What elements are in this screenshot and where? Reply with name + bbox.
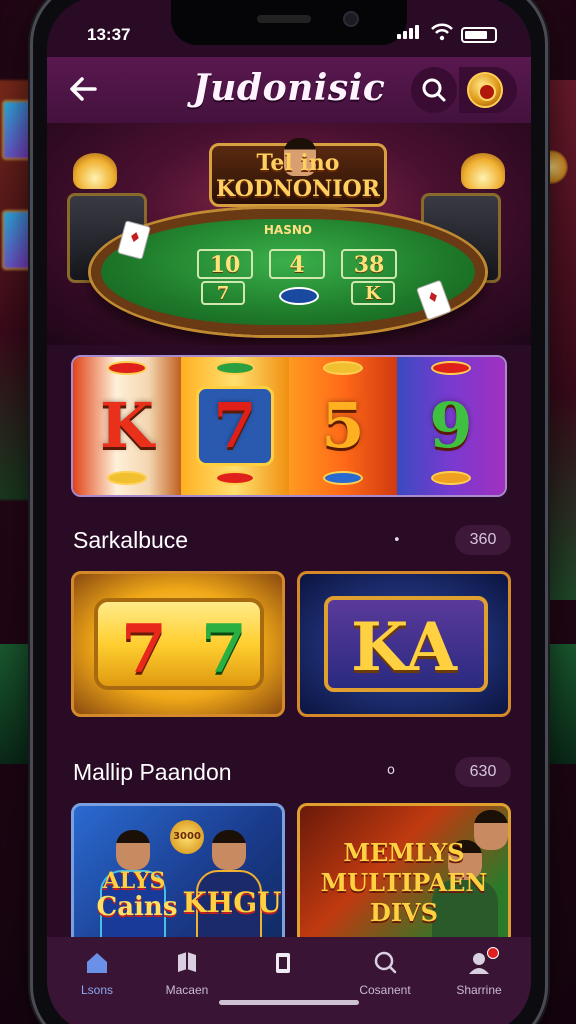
promo-text: MEMLYS	[343, 838, 465, 867]
promo-text: MULTIPAEN	[320, 868, 488, 897]
reel-symbol: K	[100, 389, 154, 462]
game-card-slot-777[interactable]: 7 7	[71, 571, 285, 717]
reel-gem-icon	[431, 361, 471, 375]
reel-symbol: 9	[429, 389, 473, 462]
reel-symbol: 7	[196, 386, 274, 466]
status-bar: 13:37	[47, 19, 531, 44]
reel-gem-icon	[215, 471, 255, 485]
section-title: Sarkalbuce	[73, 527, 189, 553]
search-icon	[422, 78, 446, 102]
home-indicator[interactable]	[219, 1000, 359, 1005]
reel: 9	[397, 357, 505, 495]
tab-macaen[interactable]: Macaen	[137, 949, 237, 997]
tab-home[interactable]: Lsons	[47, 949, 147, 997]
coin-badge: 3000	[170, 820, 204, 854]
phone-screen: 13:37 Judonisic Tel ino KODNONIOR HASNO …	[47, 0, 531, 1024]
tab-label: Cosanent	[359, 983, 411, 997]
promo-text: Cains	[96, 892, 178, 922]
section-count-badge[interactable]: 360	[455, 525, 511, 555]
home-icon	[87, 953, 107, 973]
notification-badge-icon	[487, 947, 499, 959]
card-icon	[276, 953, 290, 973]
table-slot: 4	[269, 249, 325, 279]
reel: 7	[181, 357, 289, 495]
slot-reel-banner[interactable]: K 7 5 9	[71, 355, 507, 497]
section-count-badge[interactable]: 630	[455, 757, 511, 787]
reel-gem-icon	[431, 471, 471, 485]
chip-icon	[279, 287, 319, 305]
table-slot: 10	[197, 249, 253, 279]
coins-button[interactable]	[459, 67, 517, 113]
reel-gem-icon	[215, 361, 255, 375]
search-icon	[374, 951, 397, 974]
status-time: 13:37	[87, 25, 131, 44]
hero-banner[interactable]: Tel ino KODNONIOR HASNO 10 4 38 7 K	[47, 123, 531, 345]
book-icon	[178, 952, 196, 972]
battery-icon	[461, 27, 497, 43]
tab-cards[interactable]	[233, 949, 333, 983]
lamp-icon	[73, 153, 117, 189]
table-slot: 38	[341, 249, 397, 279]
poker-table: HASNO 10 4 38 7 K	[91, 209, 485, 335]
promo-text: DIVS	[370, 898, 438, 927]
promo-card-memlys[interactable]: MEMLYS MULTIPAEN DIVS	[297, 803, 511, 953]
promo-card-alys[interactable]: 3000 ALYS Cains KHGU	[71, 803, 285, 953]
game-card-slot-ka[interactable]: KA	[297, 571, 511, 717]
reel-gem-icon	[323, 471, 363, 485]
table-slot: K	[351, 281, 395, 305]
tab-label: Lsons	[80, 983, 114, 997]
phone-frame: 13:37 Judonisic Tel ino KODNONIOR HASNO …	[30, 0, 548, 1024]
reel-gem-icon	[107, 361, 147, 375]
wifi-icon	[431, 23, 453, 41]
hero-sign-line1: Tel ino	[256, 150, 340, 176]
slot-symbol: 7	[121, 610, 167, 688]
app-header: Judonisic	[47, 57, 531, 123]
promo-text: ALYS	[102, 868, 166, 894]
reel-symbol: 5	[321, 389, 365, 462]
reel: K	[73, 357, 181, 495]
tab-label: Sharrine	[456, 983, 502, 997]
search-button[interactable]	[411, 67, 457, 113]
bottom-tab-bar: Lsons Macaen Cosanent Sharrine	[47, 937, 531, 1024]
table-label: HASNO	[263, 223, 313, 237]
section-indicator: o	[387, 763, 395, 778]
tab-sharrine[interactable]: Sharrine	[429, 947, 529, 997]
section-title: Mallip Paandon	[73, 759, 232, 785]
playing-card-icon	[415, 279, 453, 321]
coin-icon	[467, 72, 503, 108]
hero-sign-line2: KODNONIOR	[216, 176, 380, 202]
reel-gem-icon	[323, 361, 363, 375]
reel: 5	[289, 357, 397, 495]
signal-icon	[397, 25, 421, 39]
slot-symbol: KA	[351, 608, 457, 686]
tab-cosanent[interactable]: Cosanent	[335, 949, 435, 997]
reel-gem-icon	[107, 471, 147, 485]
promo-text: KHGU	[182, 886, 282, 919]
slot-symbol: 7	[201, 610, 247, 688]
tab-label: Macaen	[165, 983, 209, 997]
table-slot: 7	[201, 281, 245, 305]
section-indicator: •	[393, 533, 401, 548]
lamp-icon	[461, 153, 505, 189]
hero-sign: Tel ino KODNONIOR	[209, 138, 387, 207]
